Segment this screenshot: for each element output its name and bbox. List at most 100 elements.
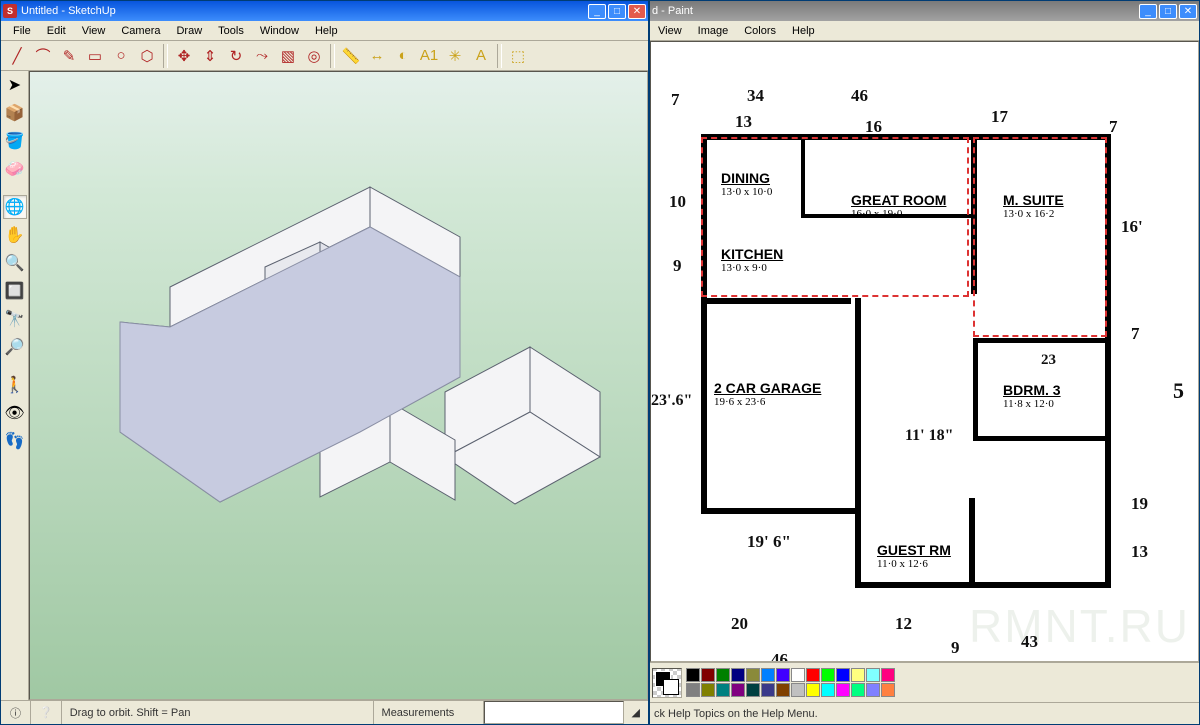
tape-tool[interactable]: 📏 bbox=[339, 44, 363, 68]
menu-camera[interactable]: Camera bbox=[113, 23, 168, 39]
3d-model bbox=[60, 132, 620, 632]
paint-bucket-tool[interactable]: 🪣 bbox=[3, 129, 27, 153]
palette-color[interactable] bbox=[716, 683, 730, 697]
minimize-button[interactable]: _ bbox=[1139, 4, 1157, 19]
palette-color[interactable] bbox=[746, 668, 760, 682]
handwritten-dimension: 19 bbox=[1131, 494, 1148, 514]
text-tool[interactable]: A1 bbox=[417, 44, 441, 68]
freehand-tool[interactable]: ✎ bbox=[57, 44, 81, 68]
menu-colors[interactable]: Colors bbox=[736, 23, 784, 39]
palette-color[interactable] bbox=[731, 668, 745, 682]
section-plane-tool[interactable]: ⬚ bbox=[506, 44, 530, 68]
move-tool[interactable]: ✥ bbox=[172, 44, 196, 68]
menu-window[interactable]: Window bbox=[252, 23, 307, 39]
zoom-window-tool[interactable]: 🔲 bbox=[3, 279, 27, 303]
palette-color[interactable] bbox=[776, 668, 790, 682]
pan-tool[interactable]: ✋ bbox=[3, 223, 27, 247]
look-around-tool[interactable]: 👁 bbox=[3, 401, 27, 425]
palette-color[interactable] bbox=[761, 668, 775, 682]
pushpull-tool[interactable]: ⇕ bbox=[198, 44, 222, 68]
palette-color[interactable] bbox=[821, 668, 835, 682]
model-info-icon[interactable]: ⓘ bbox=[1, 701, 31, 724]
palette-color[interactable] bbox=[686, 668, 700, 682]
palette-color[interactable] bbox=[881, 683, 895, 697]
paint-canvas[interactable]: RMNT.RU DINING13·0 x 10·0GREAT ROOM16·0 … bbox=[650, 41, 1199, 662]
palette-color[interactable] bbox=[851, 668, 865, 682]
line-tool[interactable]: ╱ bbox=[5, 44, 29, 68]
palette-color[interactable] bbox=[701, 683, 715, 697]
menu-file[interactable]: File bbox=[5, 23, 39, 39]
zoom-extents-tool[interactable]: 🔎 bbox=[3, 335, 27, 359]
zoom-tool[interactable]: 🔍 bbox=[3, 251, 27, 275]
help-icon[interactable]: ❔ bbox=[31, 701, 62, 724]
palette-color[interactable] bbox=[716, 668, 730, 682]
minimize-button[interactable]: _ bbox=[588, 4, 606, 19]
menu-help[interactable]: Help bbox=[784, 23, 823, 39]
palette-color[interactable] bbox=[836, 668, 850, 682]
handwritten-dimension: 34 bbox=[747, 86, 764, 106]
palette-color[interactable] bbox=[806, 668, 820, 682]
palette-color[interactable] bbox=[686, 683, 700, 697]
room-dimension: 13·0 x 10·0 bbox=[721, 186, 772, 198]
palette-color[interactable] bbox=[821, 683, 835, 697]
foreground-background-swatch[interactable] bbox=[652, 668, 682, 698]
orbit-tool[interactable]: 🌐 bbox=[3, 195, 27, 219]
axes-tool[interactable]: ✳ bbox=[443, 44, 467, 68]
palette-color[interactable] bbox=[746, 683, 760, 697]
palette-color[interactable] bbox=[776, 683, 790, 697]
palette-color[interactable] bbox=[836, 683, 850, 697]
maximize-button[interactable]: □ bbox=[608, 4, 626, 19]
zoom-prev-tool[interactable]: 🔭 bbox=[3, 307, 27, 331]
sketchup-side-toolbar: ➤ 📦 🪣 🧼 🌐 ✋ 🔍 🔲 🔭 🔎 🚶 👁 👣 bbox=[1, 71, 29, 700]
measurements-input[interactable] bbox=[484, 701, 624, 724]
palette-color[interactable] bbox=[701, 668, 715, 682]
walk-tool[interactable]: 👣 bbox=[3, 429, 27, 453]
sketchup-title-bar[interactable]: S Untitled - SketchUp _ □ ✕ bbox=[1, 1, 648, 21]
polygon-tool[interactable]: ⬡ bbox=[135, 44, 159, 68]
palette-color[interactable] bbox=[866, 668, 880, 682]
palette-color[interactable] bbox=[866, 683, 880, 697]
menu-image[interactable]: Image bbox=[690, 23, 737, 39]
dimension-tool[interactable]: ↔ bbox=[365, 44, 389, 68]
palette-color[interactable] bbox=[761, 683, 775, 697]
sketchup-viewport[interactable] bbox=[29, 71, 648, 700]
palette-color[interactable] bbox=[791, 668, 805, 682]
menu-view[interactable]: View bbox=[74, 23, 114, 39]
paint-status-hint: ck Help Topics on the Help Menu. bbox=[654, 708, 818, 720]
rectangle-tool[interactable]: ▭ bbox=[83, 44, 107, 68]
menu-help[interactable]: Help bbox=[307, 23, 346, 39]
circle-tool[interactable]: ○ bbox=[109, 44, 133, 68]
rotate-tool[interactable]: ↻ bbox=[224, 44, 248, 68]
arc-tool[interactable]: ⌒ bbox=[31, 44, 55, 68]
menu-tools[interactable]: Tools bbox=[210, 23, 252, 39]
offset-tool[interactable]: ◎ bbox=[302, 44, 326, 68]
menu-view[interactable]: View bbox=[650, 23, 690, 39]
position-camera-tool[interactable]: 🚶 bbox=[3, 373, 27, 397]
resize-grip-icon[interactable]: ◢ bbox=[624, 701, 648, 724]
paint-title-bar[interactable]: d - Paint _ □ ✕ bbox=[650, 1, 1199, 21]
scale-tool[interactable]: ▧ bbox=[276, 44, 300, 68]
menu-edit[interactable]: Edit bbox=[39, 23, 74, 39]
close-button[interactable]: ✕ bbox=[1179, 4, 1197, 19]
followme-tool[interactable]: ⤳ bbox=[250, 44, 274, 68]
handwritten-dimension: 46 bbox=[771, 650, 788, 662]
palette-color[interactable] bbox=[791, 683, 805, 697]
palette-color[interactable] bbox=[851, 683, 865, 697]
protractor-tool[interactable]: ◐ bbox=[391, 44, 415, 68]
palette-color[interactable] bbox=[806, 683, 820, 697]
handwritten-dimension: 16 bbox=[865, 117, 882, 137]
close-button[interactable]: ✕ bbox=[628, 4, 646, 19]
handwritten-dimension: 7 bbox=[1131, 324, 1140, 344]
maximize-button[interactable]: □ bbox=[1159, 4, 1177, 19]
component-tool[interactable]: 📦 bbox=[3, 101, 27, 125]
paint-window: d - Paint _ □ ✕ View Image Colors Help bbox=[649, 0, 1200, 725]
menu-draw[interactable]: Draw bbox=[168, 23, 210, 39]
handwritten-dimension: 13 bbox=[1131, 542, 1148, 562]
palette-color[interactable] bbox=[881, 668, 895, 682]
sketchup-window: S Untitled - SketchUp _ □ ✕ File Edit Vi… bbox=[0, 0, 649, 725]
select-tool[interactable]: ➤ bbox=[3, 73, 27, 97]
palette-color[interactable] bbox=[731, 683, 745, 697]
3dtext-tool[interactable]: A bbox=[469, 44, 493, 68]
handwritten-dimension: 7 bbox=[671, 90, 680, 110]
eraser-tool[interactable]: 🧼 bbox=[3, 157, 27, 181]
